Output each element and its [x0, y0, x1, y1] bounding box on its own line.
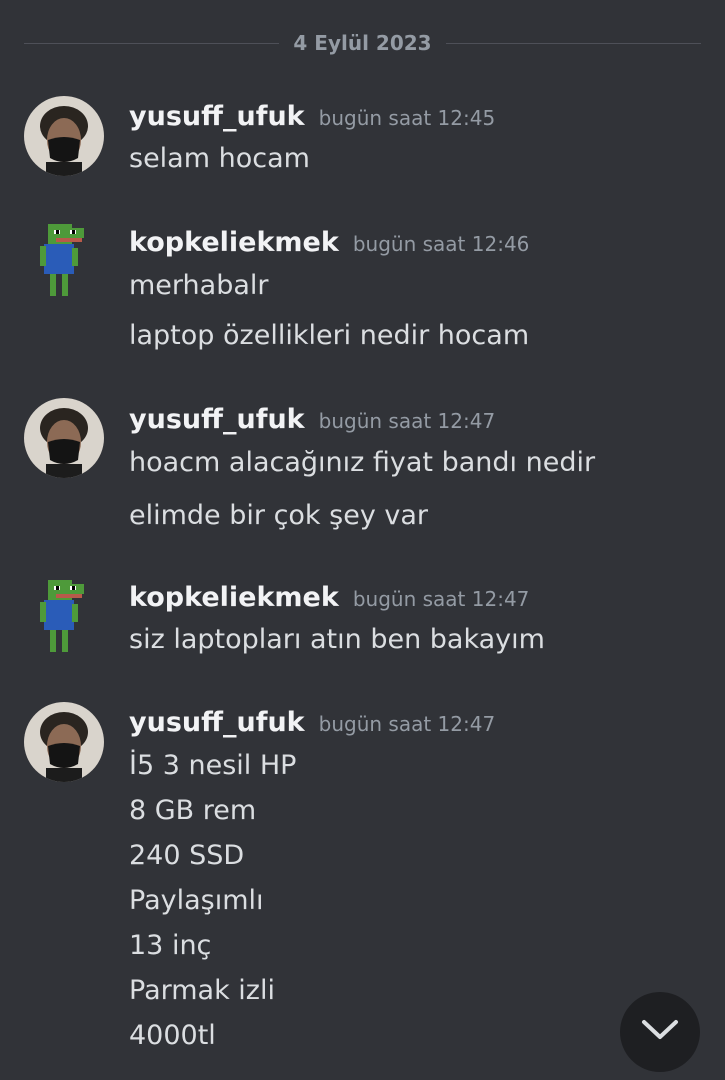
username[interactable]: yusuff_ufuk: [129, 707, 305, 738]
message-text: 240 SSD: [129, 840, 245, 871]
timestamp: bugün saat 12:47: [318, 409, 496, 433]
username[interactable]: kopkeliekmek: [129, 227, 339, 258]
message-text: hoacm alacağınız fiyat bandı nedir: [129, 447, 596, 478]
message-text: 13 inç: [129, 930, 212, 961]
avatar[interactable]: [24, 96, 104, 176]
message-text: siz laptopları atın ben bakayım: [129, 624, 545, 655]
username[interactable]: yusuff_ufuk: [129, 404, 305, 435]
timestamp: bugün saat 12:47: [352, 587, 530, 611]
divider-line-right: [445, 42, 701, 44]
timestamp: bugün saat 12:47: [318, 712, 496, 736]
message-text: laptop özellikleri nedir hocam: [129, 320, 530, 351]
date-divider: 4 Eylül 2023: [24, 30, 701, 56]
avatar[interactable]: [24, 398, 104, 478]
message-text: İ5 3 nesil HP: [129, 750, 297, 781]
divider-line-left: [24, 42, 280, 44]
timestamp: bugün saat 12:45: [318, 106, 496, 130]
username[interactable]: kopkeliekmek: [129, 582, 339, 613]
chevron-down-icon: [640, 1018, 680, 1046]
date-label: 4 Eylül 2023: [293, 31, 432, 55]
message-text: 4000tl: [129, 1020, 216, 1051]
avatar[interactable]: [24, 576, 104, 656]
message-text: Paylaşımlı: [129, 885, 264, 916]
message-text: Parmak izli: [129, 975, 275, 1006]
timestamp: bugün saat 12:46: [352, 232, 530, 256]
username[interactable]: yusuff_ufuk: [129, 101, 305, 132]
message-text: elimde bir çok şey var: [129, 500, 429, 531]
message-text: 8 GB rem: [129, 795, 257, 826]
scroll-to-bottom-button[interactable]: [620, 992, 700, 1072]
message-text: selam hocam: [129, 143, 310, 174]
avatar[interactable]: [24, 220, 104, 300]
avatar[interactable]: [24, 702, 104, 782]
message-text: merhabalr: [129, 270, 269, 301]
